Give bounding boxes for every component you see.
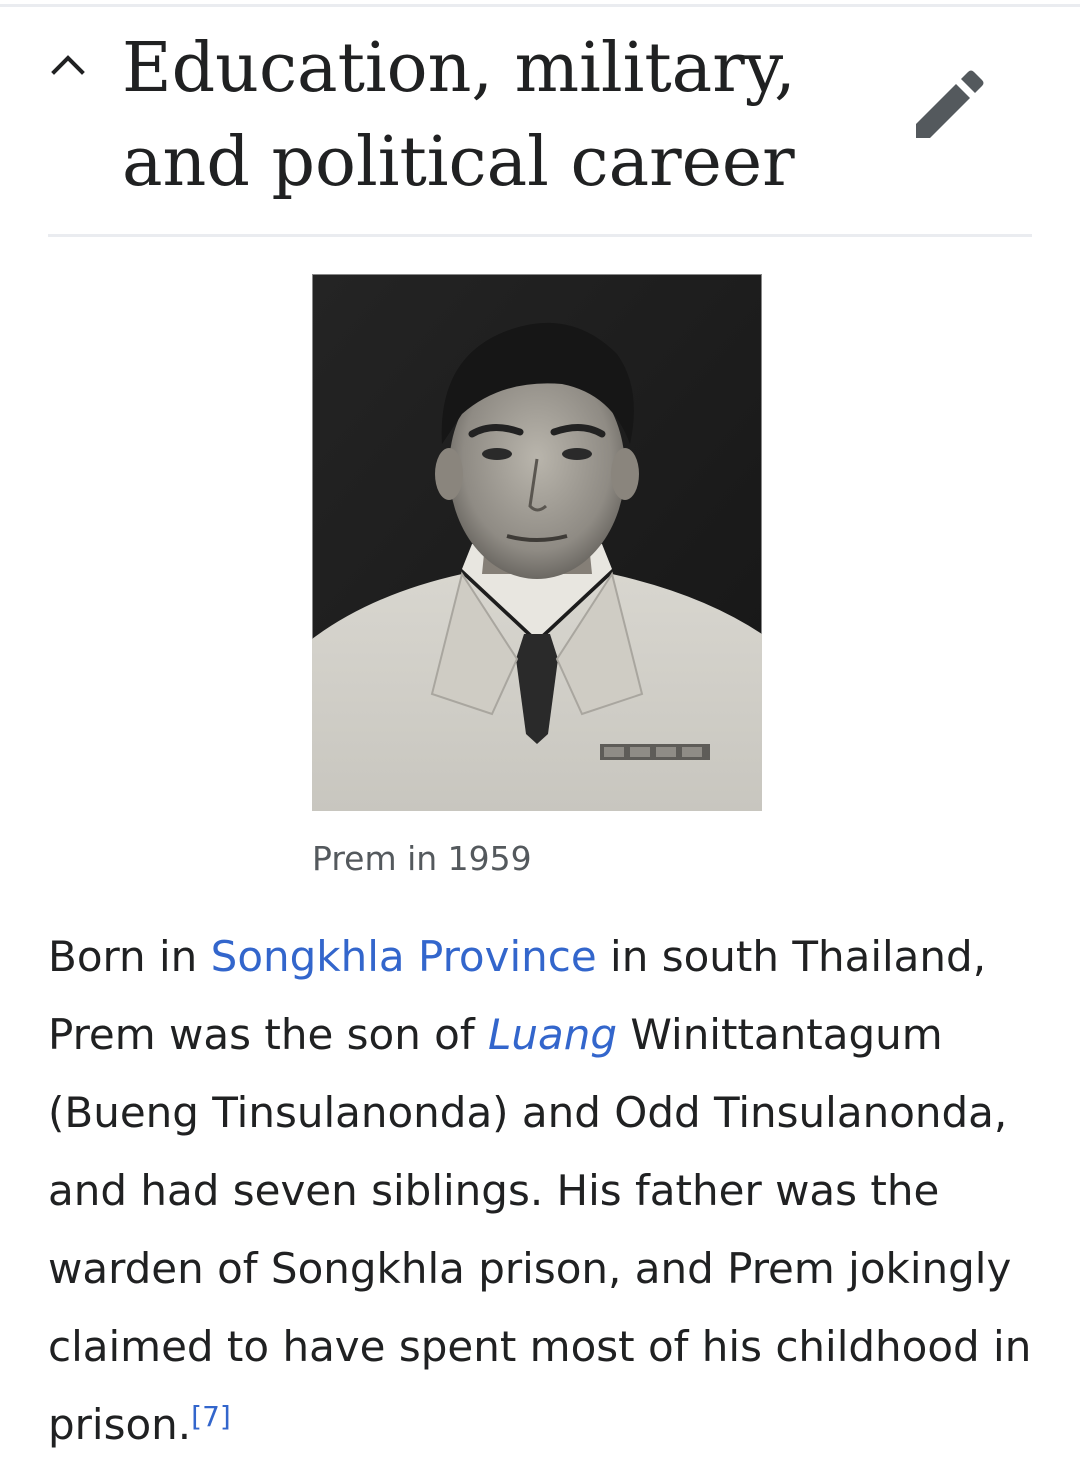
chevron-up-icon [51, 55, 85, 75]
section-collapse-toggle[interactable] [48, 44, 92, 88]
link-luang[interactable]: Luang [488, 1010, 617, 1059]
section-divider [48, 234, 1032, 237]
figure: Prem in 1959 [312, 274, 762, 881]
section-title: Education, military, and political caree… [122, 29, 796, 202]
figure-caption: Prem in 1959 [312, 839, 532, 878]
reference-link[interactable]: [7] [191, 1400, 231, 1433]
link-songkhla-province[interactable]: Songkhla Province [211, 932, 597, 981]
top-divider [0, 4, 1080, 7]
paragraph-text: Winittantagum (Bueng Tinsulanonda) and O… [48, 1010, 1032, 1449]
section-header: Education, military, and political caree… [48, 18, 1032, 218]
paragraph: Born in Songkhla Province in south Thail… [48, 918, 1038, 1464]
edit-section-button[interactable] [908, 66, 988, 146]
paragraph-text: Born in [48, 932, 211, 981]
portrait-photo[interactable] [312, 274, 762, 811]
pencil-icon [916, 70, 984, 138]
